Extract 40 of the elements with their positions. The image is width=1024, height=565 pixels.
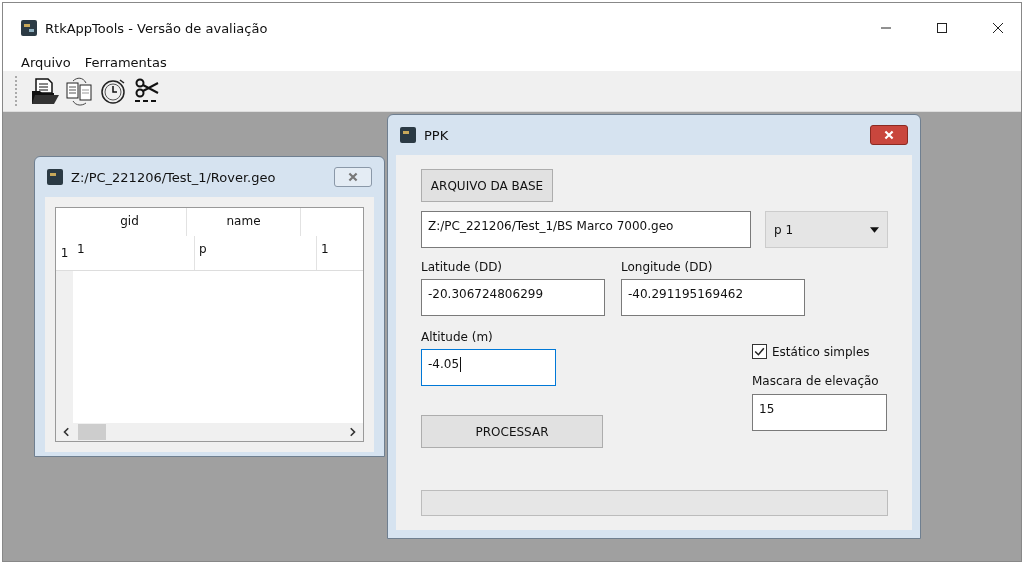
folder-icon[interactable] [30,76,60,106]
app-icon [21,20,37,36]
horizontal-scrollbar[interactable] [56,423,363,441]
scroll-thumb[interactable] [78,424,106,440]
stopwatch-icon[interactable] [98,76,128,106]
field-label: Altitude (m) [421,330,494,344]
field-label: Longitude (DD) [621,260,714,274]
app-icon [47,169,63,185]
close-button[interactable] [334,167,372,187]
field-label: Latitude (DD) [421,260,504,274]
elevation-mask-field[interactable]: 15 [752,394,887,431]
process-button[interactable]: PROCESSAR [421,415,603,448]
close-icon [883,130,895,140]
window-title: RtkAppTools - Versão de avaliação [45,20,268,36]
app-icon [400,127,416,143]
column-header[interactable]: name [226,214,261,236]
maximize-icon[interactable] [936,22,948,34]
field-label: Mascara de elevação [752,374,880,388]
documents-icon[interactable] [64,76,94,106]
table-cell: 1 [73,236,195,270]
longitude-field[interactable]: -40.291195169462 [621,279,805,316]
close-icon[interactable] [992,22,1004,34]
base-file-button[interactable]: ARQUIVO DA BASE [421,169,553,202]
row-number: 1 [59,245,70,262]
latitude-field[interactable]: -20.306724806299 [421,279,605,316]
window-title: PPK [424,127,449,143]
close-button[interactable] [870,125,908,145]
altitude-field[interactable]: -4.05 [421,349,556,386]
table-cell: p [195,236,317,270]
checkbox-label[interactable]: Estático simples [772,344,870,359]
checkbox[interactable] [752,344,767,359]
file-path-field[interactable]: Z:/PC_221206/Test_1/BS Marco 7000.geo [421,211,751,248]
column-header[interactable]: gid [120,214,139,236]
caret-icon [870,226,879,233]
window-title: Z:/PC_221206/Test_1/Rover.geo [71,169,276,185]
menu-item[interactable]: Ferramentas [84,54,167,70]
point-dropdown[interactable]: p 1 [765,211,888,248]
close-icon [347,172,359,182]
table-cell-text: 1 [320,241,330,258]
menu-item[interactable]: Arquivo [21,54,71,70]
